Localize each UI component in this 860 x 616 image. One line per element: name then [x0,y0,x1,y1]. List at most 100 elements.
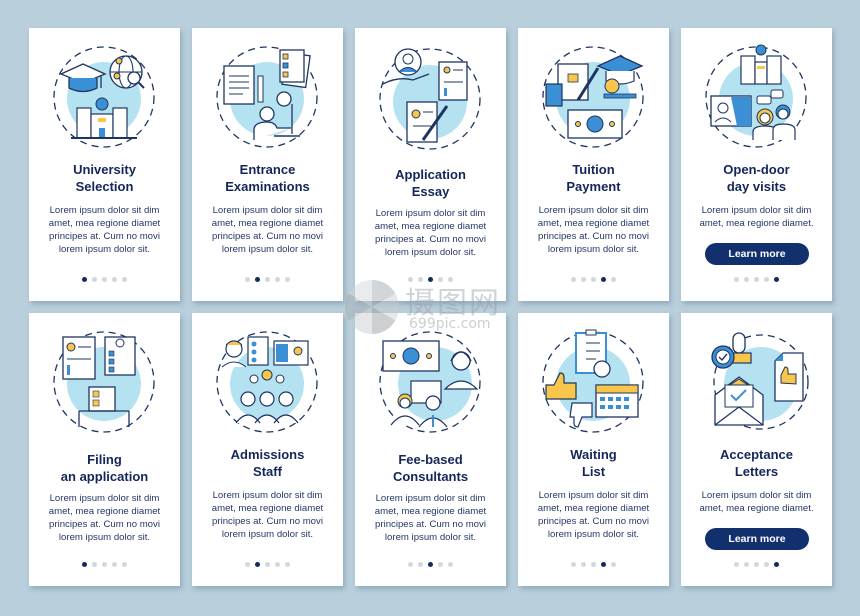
card-description: Lorem ipsum dolor sit dim amet, mea regi… [48,493,161,543]
card-title: Filing an application [60,452,149,484]
page-dot-5[interactable] [448,277,453,282]
page-dot-4[interactable] [112,277,117,282]
page-dot-3[interactable] [428,562,433,567]
page-dot-2[interactable] [255,277,260,282]
onboarding-card-university-selection: University Selection Lorem ipsum dolor s… [29,28,180,301]
page-dot-4[interactable] [438,277,443,282]
page-dot-2[interactable] [92,277,97,282]
page-dot-4[interactable] [438,562,443,567]
onboarding-card-fee-based-consultants: Fee-based Consultants Lorem ipsum dolor … [355,313,506,586]
page-dot-5[interactable] [122,277,127,282]
learn-more-button[interactable]: Learn more [705,528,809,550]
admissions-staff-icon [212,327,322,437]
card-description: Lorem ipsum dolor sit dim amet, mea regi… [48,205,161,255]
page-dot-5[interactable] [285,562,290,567]
pagination-dots [29,277,180,282]
onboarding-card-tuition-payment: Tuition Payment Lorem ipsum dolor sit di… [518,28,669,301]
onboarding-card-waiting-list: Waiting List Lorem ipsum dolor sit dim a… [518,313,669,586]
page-dot-1[interactable] [408,277,413,282]
page-dot-5[interactable] [774,277,779,282]
card-title: University Selection [73,162,136,194]
application-essay-icon [375,42,485,152]
pagination-dots [29,562,180,567]
page-dot-5[interactable] [448,562,453,567]
card-title: Open-door day visits [723,162,790,194]
learn-more-button[interactable]: Learn more [705,243,809,265]
page-dot-3[interactable] [591,277,596,282]
page-dot-5[interactable] [122,562,127,567]
page-dot-5[interactable] [285,277,290,282]
page-dot-3[interactable] [754,562,759,567]
card-title: Admissions Staff [230,447,305,479]
card-description: Lorem ipsum dolor sit dim amet, mea regi… [374,208,487,258]
onboarding-card-entrance-examinations: Entrance Examinations Lorem ipsum dolor … [192,28,343,301]
page-dot-5[interactable] [611,277,616,282]
page-dot-2[interactable] [418,562,423,567]
page-dot-2[interactable] [581,562,586,567]
page-dot-1[interactable] [571,277,576,282]
onboarding-card-filing-application: Filing an application Lorem ipsum dolor … [29,313,180,586]
card-description: Lorem ipsum dolor sit dim amet, mea regi… [211,205,324,255]
onboarding-card-admissions-staff: Admissions Staff Lorem ipsum dolor sit d… [192,313,343,586]
card-description: Lorem ipsum dolor sit dim amet, mea regi… [374,493,487,543]
page-dot-5[interactable] [774,562,779,567]
card-title: Waiting List [570,447,617,479]
card-description: Lorem ipsum dolor sit dim amet, mea regi… [699,205,814,229]
open-door-day-visits-icon [701,42,811,152]
page-dot-1[interactable] [734,277,739,282]
onboarding-card-application-essay: Application Essay Lorem ipsum dolor sit … [355,28,506,301]
card-title: Acceptance Letters [720,447,793,479]
page-dot-1[interactable] [245,562,250,567]
page-dot-2[interactable] [92,562,97,567]
page-dot-4[interactable] [275,562,280,567]
page-dot-1[interactable] [734,562,739,567]
page-dot-3[interactable] [265,562,270,567]
page-dot-3[interactable] [754,277,759,282]
pagination-dots [355,562,506,567]
card-title: Application Essay [395,167,466,199]
page-dot-1[interactable] [408,562,413,567]
card-title: Fee-based Consultants [392,452,469,484]
card-description: Lorem ipsum dolor sit dim amet, mea regi… [537,205,650,255]
page-dot-3[interactable] [591,562,596,567]
page-dot-4[interactable] [601,562,606,567]
page-dot-4[interactable] [764,277,769,282]
page-dot-2[interactable] [255,562,260,567]
university-selection-icon [49,42,159,152]
page-dot-1[interactable] [82,277,87,282]
pagination-dots [518,562,669,567]
pagination-dots [518,277,669,282]
page-dot-3[interactable] [265,277,270,282]
fee-based-consultants-icon [375,327,485,437]
page-dot-1[interactable] [82,562,87,567]
card-description: Lorem ipsum dolor sit dim amet, mea regi… [211,490,324,540]
page-dot-4[interactable] [275,277,280,282]
pagination-dots [681,277,832,282]
acceptance-letters-icon [701,327,811,437]
page-dot-4[interactable] [601,277,606,282]
waiting-list-icon [538,327,648,437]
page-dot-2[interactable] [744,562,749,567]
entrance-examinations-icon [212,42,322,152]
tuition-payment-icon [538,42,648,152]
page-dot-3[interactable] [428,277,433,282]
pagination-dots [192,562,343,567]
card-title: Tuition Payment [566,162,621,194]
page-dot-2[interactable] [418,277,423,282]
page-dot-1[interactable] [571,562,576,567]
page-dot-1[interactable] [245,277,250,282]
page-dot-2[interactable] [581,277,586,282]
card-title: Entrance Examinations [225,162,310,194]
onboarding-card-open-door-day-visits: Open-door day visits Lorem ipsum dolor s… [681,28,832,301]
onboarding-card-acceptance-letters: Acceptance Letters Lorem ipsum dolor sit… [681,313,832,586]
card-description: Lorem ipsum dolor sit dim amet, mea regi… [537,490,650,540]
card-description: Lorem ipsum dolor sit dim amet, mea regi… [699,490,814,514]
pagination-dots [192,277,343,282]
page-dot-4[interactable] [764,562,769,567]
page-dot-4[interactable] [112,562,117,567]
page-dot-3[interactable] [102,562,107,567]
pagination-dots [355,277,506,282]
page-dot-2[interactable] [744,277,749,282]
page-dot-3[interactable] [102,277,107,282]
page-dot-5[interactable] [611,562,616,567]
